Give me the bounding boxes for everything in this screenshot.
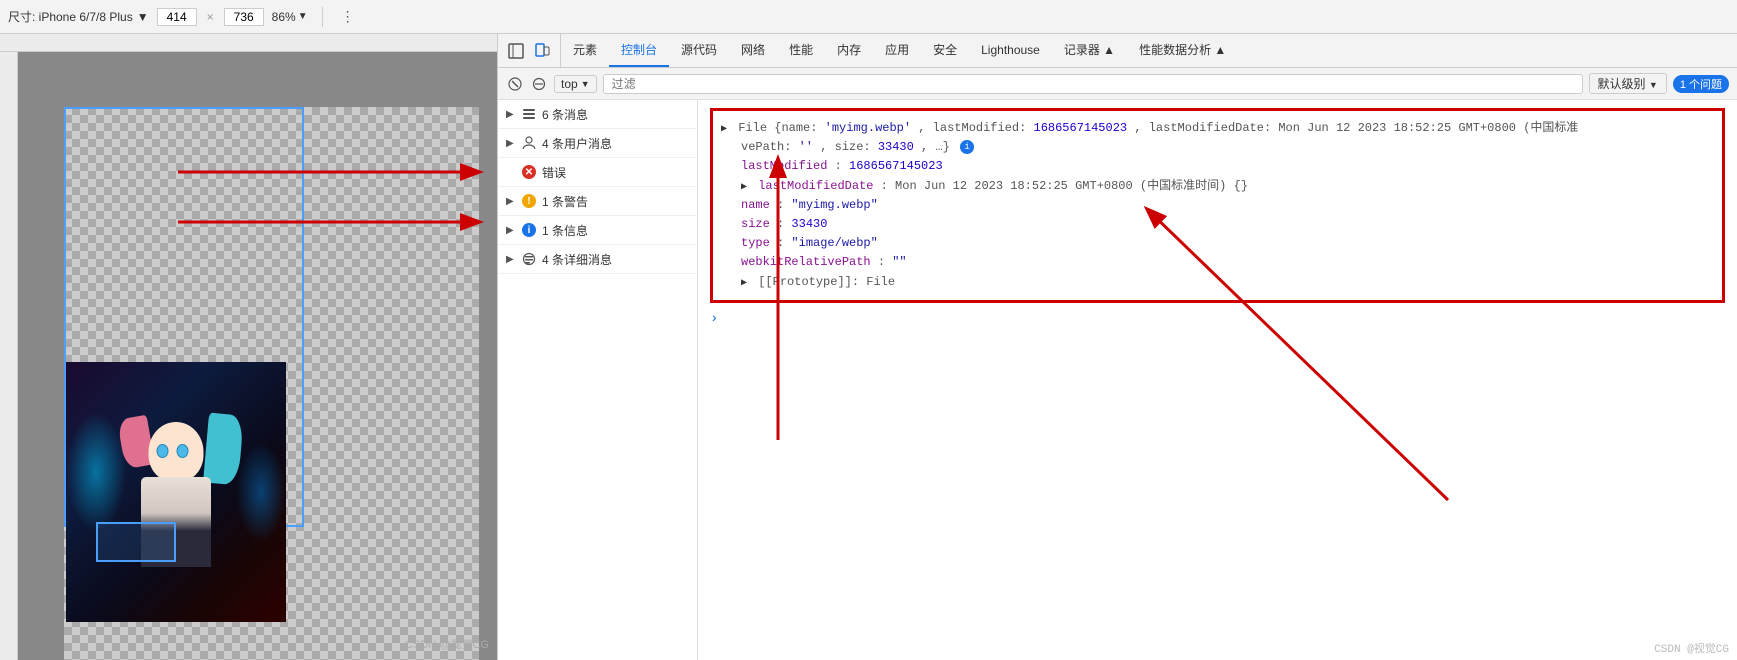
clear-console-icon[interactable]	[506, 75, 524, 93]
msg-item-user[interactable]: ▶ 4 条用户消息	[498, 129, 697, 157]
vertical-ruler	[0, 52, 18, 660]
console-toolbar: top ▼ 默认级别 ▼ 1 个问题	[498, 68, 1737, 100]
tab-lighthouse[interactable]: Lighthouse	[969, 34, 1052, 67]
device-dropdown-arrow[interactable]: ▼	[137, 10, 149, 24]
zoom-selector[interactable]: 86% ▼	[272, 10, 308, 24]
user-icon	[522, 136, 536, 150]
tab-security[interactable]: 安全	[921, 34, 969, 67]
annotation-box: ▶ File {name: 'myimg.webp' , lastModifie…	[710, 108, 1725, 303]
tab-performance[interactable]: 性能	[777, 34, 825, 67]
anime-image	[66, 362, 286, 622]
eye-left	[156, 444, 168, 458]
file-obj-line1: ▶ File {name: 'myimg.webp' , lastModifie…	[721, 119, 1714, 138]
msg-group-error: ✕ 错误	[498, 158, 697, 187]
msg-item-info[interactable]: ▶ i 1 条信息	[498, 216, 697, 244]
tab-perf-insights[interactable]: 性能数据分析 ▲	[1127, 34, 1238, 67]
warning-icon: !	[522, 194, 536, 208]
tab-network[interactable]: 网络	[729, 34, 777, 67]
csdn-watermark: CSDN @视觉CG	[405, 636, 489, 652]
zoom-label: 86%	[272, 10, 296, 24]
devtools-tabs: 元素 控制台 源代码 网络 性能 内存 应用	[498, 34, 1737, 68]
width-input[interactable]	[157, 8, 197, 26]
horizontal-ruler	[0, 34, 497, 52]
expand-icon: ▶	[506, 109, 516, 120]
tab-recorder[interactable]: 记录器 ▲	[1052, 34, 1127, 67]
tab-sources[interactable]: 源代码	[669, 34, 729, 67]
msg-group-user: ▶ 4 条用户消息	[498, 129, 697, 158]
preview-panel: CSDN @视觉CG	[0, 34, 497, 660]
top-toolbar: 尺寸: iPhone 6/7/8 Plus ▼ × 86% ▼ ⋮	[0, 0, 1737, 34]
tab-elements[interactable]: 元素	[561, 34, 609, 67]
device-toggle-icon[interactable]	[532, 41, 552, 61]
device-label: 尺寸: iPhone 6/7/8 Plus	[8, 8, 133, 25]
type-line: type : "image/webp"	[721, 234, 1714, 253]
msg-item-warning[interactable]: ▶ ! 1 条警告	[498, 187, 697, 215]
height-input[interactable]	[224, 8, 264, 26]
msg-item-error[interactable]: ✕ 错误	[498, 158, 697, 186]
console-output: ▶ File {name: 'myimg.webp' , lastModifie…	[698, 100, 1737, 660]
top-context-selector[interactable]: top ▼	[554, 75, 597, 93]
cross-separator: ×	[207, 10, 214, 24]
prompt-arrow-icon: ›	[710, 311, 718, 327]
eye-right	[176, 444, 188, 458]
tab-icons	[498, 34, 561, 67]
expand-proto-arrow[interactable]: ▶	[741, 278, 747, 289]
csdn-watermark: CSDN @视觉CG	[1654, 640, 1729, 656]
expand-icon-verbose: ▶	[506, 254, 516, 265]
last-modified-line: lastModified : 1686567145023	[721, 157, 1714, 176]
more-button[interactable]: ⋮	[337, 6, 359, 27]
msg-group-warning: ▶ ! 1 条警告	[498, 187, 697, 216]
default-level-dropdown[interactable]: 默认级别 ▼	[1589, 73, 1667, 94]
msg-group-info: ▶ i 1 条信息	[498, 216, 697, 245]
issue-badge[interactable]: 1 个问题	[1673, 75, 1729, 93]
file-obj-line2: vePath: '' , size: 33430 , …} i	[721, 138, 1714, 157]
device-selector[interactable]: 尺寸: iPhone 6/7/8 Plus ▼	[8, 8, 149, 25]
info-icon: i	[522, 223, 536, 237]
list-icon	[522, 107, 536, 121]
msg-item-verbose[interactable]: ▶ 4 条详细消息	[498, 245, 697, 273]
tab-memory[interactable]: 内存	[825, 34, 873, 67]
expand-icon-warn: ▶	[506, 196, 516, 207]
expand-date-arrow[interactable]: ▶	[741, 182, 747, 193]
glow-right	[236, 442, 286, 542]
char-head	[149, 422, 204, 482]
file-info-icon[interactable]: i	[960, 140, 974, 154]
console-prompt: ›	[710, 311, 1725, 327]
msg-item-all[interactable]: ▶ 6 条消息	[498, 100, 697, 128]
msg-group-verbose: ▶ 4 条详细消息	[498, 245, 697, 274]
webkit-line: webkitRelativePath : ""	[721, 253, 1714, 272]
console-main: ▶ 6 条消息 ▶	[498, 100, 1737, 660]
highlight-selection	[96, 522, 176, 562]
zoom-arrow[interactable]: ▼	[298, 11, 308, 22]
tab-application[interactable]: 应用	[873, 34, 921, 67]
size-line: size : 33430	[721, 215, 1714, 234]
expand-file-arrow[interactable]: ▶	[721, 124, 727, 135]
main-area: CSDN @视觉CG 元素	[0, 34, 1737, 660]
message-list: ▶ 6 条消息 ▶	[498, 100, 698, 660]
last-modified-date-line: ▶ lastModifiedDate : Mon Jun 12 2023 18:…	[721, 177, 1714, 196]
tab-console[interactable]: 控制台	[609, 34, 669, 67]
name-line: name : "myimg.webp"	[721, 196, 1714, 215]
verbose-icon	[522, 252, 536, 266]
char-eyes	[156, 444, 196, 458]
block-icon[interactable]	[530, 75, 548, 93]
toolbar-divider	[322, 7, 323, 27]
inspect-icon[interactable]	[506, 41, 526, 61]
error-icon: ✕	[522, 165, 536, 179]
msg-group-all: ▶ 6 条消息	[498, 100, 697, 129]
devtools-panel: 元素 控制台 源代码 网络 性能 内存 应用	[497, 34, 1737, 660]
prototype-line: ▶ [[Prototype]]: File	[721, 273, 1714, 292]
expand-icon-info: ▶	[506, 225, 516, 236]
filter-input[interactable]	[603, 74, 1583, 94]
expand-icon-user: ▶	[506, 138, 516, 149]
